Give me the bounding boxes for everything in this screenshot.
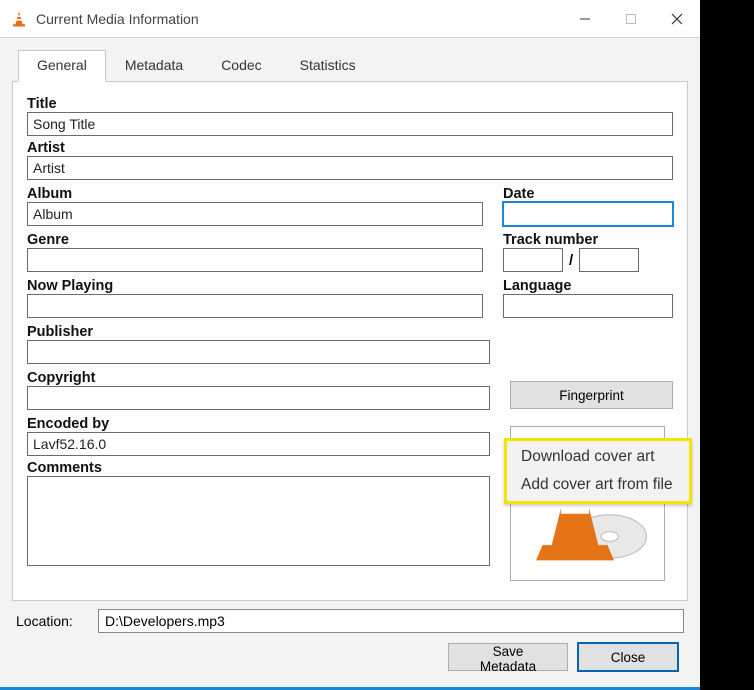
now-playing-label: Now Playing bbox=[27, 278, 483, 294]
media-info-window: Current Media Information General Metada… bbox=[0, 0, 700, 690]
track-separator: / bbox=[569, 252, 573, 269]
publisher-input[interactable] bbox=[27, 340, 490, 364]
vlc-cone-icon bbox=[10, 10, 28, 28]
location-label: Location: bbox=[16, 613, 88, 629]
encoded-by-input[interactable] bbox=[27, 432, 490, 456]
genre-input[interactable] bbox=[27, 248, 483, 272]
comments-input[interactable] bbox=[27, 476, 490, 566]
tab-general[interactable]: General bbox=[18, 50, 106, 82]
now-playing-input[interactable] bbox=[27, 294, 483, 318]
location-input[interactable] bbox=[98, 609, 684, 633]
language-label: Language bbox=[503, 278, 673, 294]
title-label: Title bbox=[27, 96, 673, 112]
date-input[interactable] bbox=[503, 202, 673, 226]
maximize-button[interactable] bbox=[608, 0, 654, 38]
copyright-label: Copyright bbox=[27, 370, 490, 386]
titlebar: Current Media Information bbox=[0, 0, 700, 38]
tab-metadata[interactable]: Metadata bbox=[106, 50, 202, 82]
track-total-input[interactable] bbox=[579, 248, 639, 272]
copyright-input[interactable] bbox=[27, 386, 490, 410]
album-label: Album bbox=[27, 186, 483, 202]
menu-add-cover-art-from-file[interactable]: Add cover art from file bbox=[507, 471, 689, 499]
bottom-bar: Location: Save Metadata Close bbox=[12, 601, 688, 679]
artist-label: Artist bbox=[27, 140, 673, 156]
fingerprint-button[interactable]: Fingerprint bbox=[510, 381, 673, 409]
encoded-by-label: Encoded by bbox=[27, 416, 490, 432]
genre-label: Genre bbox=[27, 232, 483, 248]
menu-download-cover-art[interactable]: Download cover art bbox=[507, 443, 689, 471]
close-button[interactable]: Close bbox=[578, 643, 678, 671]
comments-label: Comments bbox=[27, 460, 490, 476]
track-number-label: Track number bbox=[503, 232, 673, 248]
tab-codec[interactable]: Codec bbox=[202, 50, 280, 82]
publisher-label: Publisher bbox=[27, 324, 490, 340]
artist-input[interactable] bbox=[27, 156, 673, 180]
album-input[interactable] bbox=[27, 202, 483, 226]
window-title: Current Media Information bbox=[36, 11, 562, 27]
tab-statistics[interactable]: Statistics bbox=[281, 50, 375, 82]
date-label: Date bbox=[503, 186, 673, 202]
save-metadata-button[interactable]: Save Metadata bbox=[448, 643, 568, 671]
track-number-input[interactable] bbox=[503, 248, 563, 272]
language-input[interactable] bbox=[503, 294, 673, 318]
minimize-button[interactable] bbox=[562, 0, 608, 38]
tabpage-general: Title Artist Album Date Genre bbox=[12, 81, 688, 601]
title-input[interactable] bbox=[27, 112, 673, 136]
cover-art-context-menu: Download cover art Add cover art from fi… bbox=[504, 438, 692, 504]
tabstrip: General Metadata Codec Statistics bbox=[12, 50, 688, 82]
close-window-button[interactable] bbox=[654, 0, 700, 38]
client-area: General Metadata Codec Statistics Title … bbox=[0, 38, 700, 687]
